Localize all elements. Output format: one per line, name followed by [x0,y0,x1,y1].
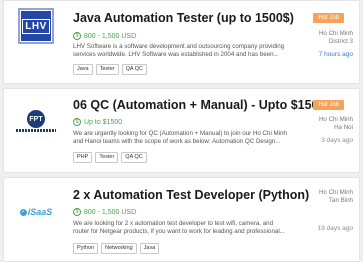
salary-text: 800 - 1,500 USD [84,32,137,40]
isaas-logo: ✓ iSaaS [19,207,53,217]
tag-list: PHP Tester QA QC [73,152,147,163]
salary-text: 800 - 1,500 USD [84,208,137,216]
posted-time: 3 days ago [321,137,353,144]
skill-tag[interactable]: Java [73,64,93,75]
salary: $ 800 - 1,500 USD [73,32,136,40]
skill-tag[interactable]: PHP [73,152,93,163]
dollar-circle-icon: $ [73,208,81,216]
posted-time: 7 hours ago [318,51,353,58]
tag-list: Java Tester QA QC [73,64,148,75]
salary-text: Up to $1500 [84,118,123,126]
skill-tag[interactable]: Python [73,243,99,254]
tag-list: Python Networking Java [73,243,160,254]
job-location: Ho Chi Minh Ha Noi [293,116,353,132]
job-description: We are looking for 2 x automation test d… [73,220,285,236]
location-city: Ho Chi Minh [318,189,353,196]
hot-job-badge: Hot Job [313,100,344,110]
dollar-circle-icon: $ [73,32,81,40]
salary: $ 800 - 1,500 USD [73,208,136,216]
location-city: Ho Chi Minh [318,30,353,37]
posted-time: 19 days ago [317,225,353,232]
job-location: Ho Chi Minh Tan Binh [293,189,353,205]
skill-tag[interactable]: QA QC [121,152,147,163]
job-description: We are urgently looking for QC (Automati… [73,130,287,146]
skill-tag[interactable]: Java [139,243,160,254]
company-logo[interactable]: ✓ iSaaS [16,192,56,232]
job-card[interactable]: ✓ iSaaS 2 x Automation Test Developer (P… [3,177,360,262]
job-card[interactable]: FPT 06 QC (Automation + Manual) - Upto $… [3,88,360,173]
location-area: District 3 [328,38,353,45]
job-title[interactable]: 2 x Automation Test Developer (Python) [73,188,309,202]
skill-tag[interactable]: QA QC [121,64,148,75]
lhv-logo: LHV [18,8,54,44]
hot-job-badge: Hot Job [313,13,344,23]
job-card[interactable]: LHV Java Automation Tester (up to 1500$)… [3,0,360,84]
company-logo[interactable]: LHV [16,6,56,46]
location-area: Ha Noi [334,124,353,131]
job-location: Ho Chi Minh District 3 [293,30,353,46]
skill-tag[interactable]: Networking [101,243,137,254]
job-description: LHV Software is a software development a… [73,43,285,59]
job-title[interactable]: Java Automation Tester (up to 1500$) [73,11,294,25]
dollar-circle-icon: $ [73,118,81,126]
location-city: Ho Chi Minh [318,116,353,123]
salary: $ Up to $1500 [73,118,122,126]
skill-tag[interactable]: Tester [95,64,119,75]
location-area: Tan Binh [328,197,353,204]
skill-tag[interactable]: Tester [95,152,119,163]
company-logo[interactable]: FPT [16,101,56,141]
fpt-logo: FPT [16,110,56,132]
job-title[interactable]: 06 QC (Automation + Manual) - Upto $1500 [73,98,325,112]
